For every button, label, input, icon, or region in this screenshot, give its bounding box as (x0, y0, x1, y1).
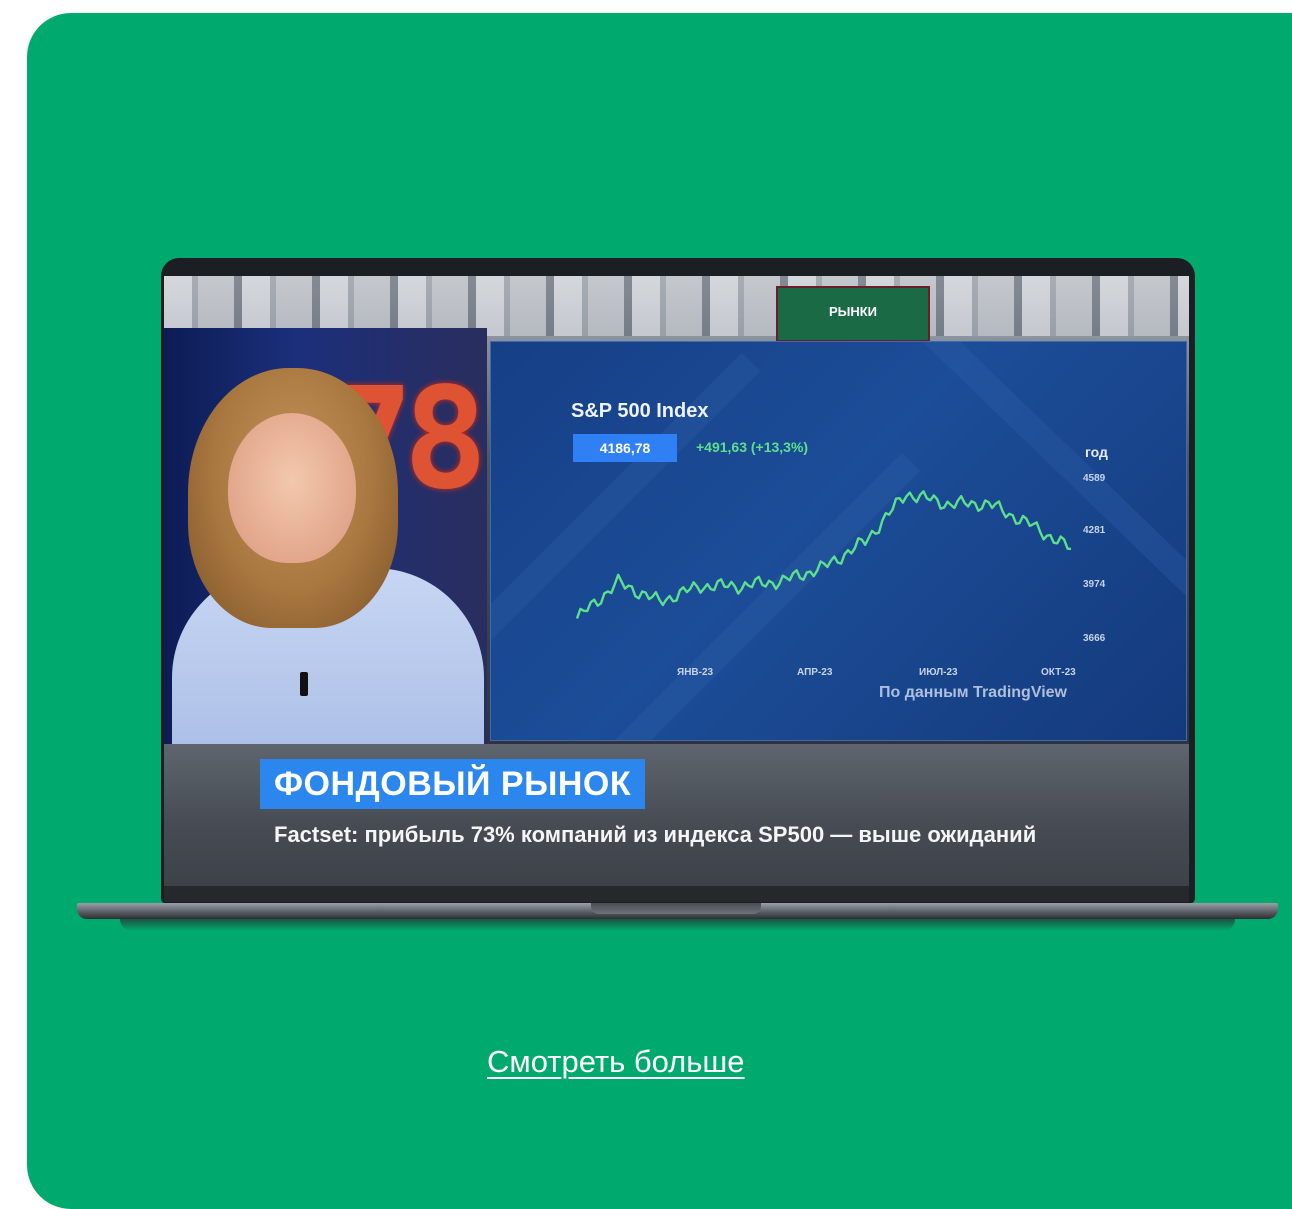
laptop-opening-notch (591, 903, 761, 914)
period-label: год (1085, 444, 1108, 460)
lower-bar (164, 886, 1189, 902)
chart-title: S&P 500 Index (571, 400, 709, 422)
y-tick-label: 4589 (1083, 473, 1106, 484)
presenter-face (228, 413, 356, 563)
news-headline: ФОНДОВЫЙ РЫНОК (260, 759, 646, 809)
y-tick-label: 3666 (1083, 633, 1106, 644)
watch-more-link[interactable]: Смотреть больше (487, 1044, 745, 1080)
data-source-note: По данным TradingView (879, 684, 1067, 701)
studio-logo-text: РЫНКИ (828, 304, 878, 319)
studio-screens (164, 276, 1189, 336)
x-tick-label: ОКТ-23 (1041, 667, 1076, 678)
lower-third: ФОНДОВЫЙ РЫНОК Factset: прибыль 73% комп… (164, 744, 1189, 902)
price-change: +491,63 (+13,3%) (696, 439, 809, 455)
last-price-badge: 4186,78 (573, 434, 677, 462)
video-player-screen[interactable]: РЫНКИ 78 S&P 500 Index 4186,78 +491,63 (… (164, 276, 1189, 902)
y-tick-label: 4281 (1083, 525, 1106, 536)
presenter-panel: 78 (164, 328, 487, 744)
microphone-icon (300, 672, 308, 696)
x-tick-label: АПР-23 (797, 667, 833, 678)
news-ticker: Factset: прибыль 73% компаний из индекса… (274, 822, 1037, 847)
y-tick-label: 3974 (1083, 579, 1106, 590)
laptop-shadow (120, 919, 1235, 931)
studio-logo-screen: РЫНКИ (776, 286, 930, 342)
x-tick-label: ЯНВ-23 (677, 667, 714, 678)
stock-chart-panel: S&P 500 Index 4186,78 +491,63 (+13,3%) г… (490, 341, 1187, 741)
x-tick-label: ИЮЛ-23 (919, 667, 958, 678)
